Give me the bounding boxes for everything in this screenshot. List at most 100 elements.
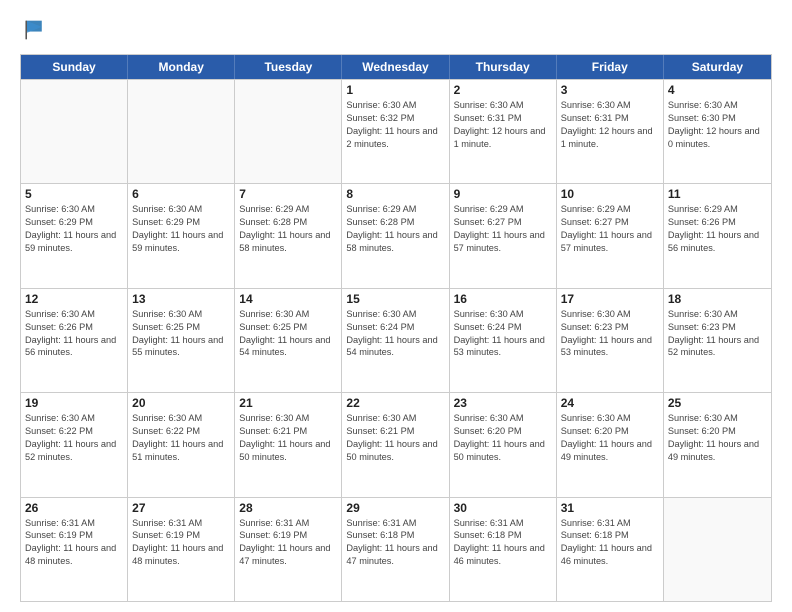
cell-info: Sunrise: 6:29 AMSunset: 6:27 PMDaylight:… bbox=[454, 203, 552, 255]
calendar-cell: 9 Sunrise: 6:29 AMSunset: 6:27 PMDaylight… bbox=[450, 184, 557, 287]
weekday-header: Wednesday bbox=[342, 55, 449, 79]
cell-info: Sunrise: 6:30 AMSunset: 6:32 PMDaylight:… bbox=[346, 99, 444, 151]
day-number: 20 bbox=[132, 396, 230, 410]
calendar-cell: 1 Sunrise: 6:30 AMSunset: 6:32 PMDaylight… bbox=[342, 80, 449, 183]
day-number: 27 bbox=[132, 501, 230, 515]
day-number: 21 bbox=[239, 396, 337, 410]
calendar-cell: 25 Sunrise: 6:30 AMSunset: 6:20 PMDayligh… bbox=[664, 393, 771, 496]
calendar-row: 5Sunrise: 6:30 AMSunset: 6:29 PMDaylight… bbox=[21, 183, 771, 287]
cell-info: Sunrise: 6:30 AMSunset: 6:31 PMDaylight:… bbox=[561, 99, 659, 151]
calendar-cell: 6 Sunrise: 6:30 AMSunset: 6:29 PMDaylight… bbox=[128, 184, 235, 287]
cell-info: Sunrise: 6:31 AMSunset: 6:19 PMDaylight:… bbox=[25, 517, 123, 569]
calendar-cell: 2 Sunrise: 6:30 AMSunset: 6:31 PMDaylight… bbox=[450, 80, 557, 183]
cell-info: Sunrise: 6:31 AMSunset: 6:19 PMDaylight:… bbox=[239, 517, 337, 569]
calendar-cell: 14 Sunrise: 6:30 AMSunset: 6:25 PMDayligh… bbox=[235, 289, 342, 392]
calendar-cell: 5Sunrise: 6:30 AMSunset: 6:29 PMDaylight… bbox=[21, 184, 128, 287]
day-number: 9 bbox=[454, 187, 552, 201]
day-number: 10 bbox=[561, 187, 659, 201]
day-number: 30 bbox=[454, 501, 552, 515]
day-number: 6 bbox=[132, 187, 230, 201]
cell-info: Sunrise: 6:30 AMSunset: 6:20 PMDaylight:… bbox=[561, 412, 659, 464]
cell-info: Sunrise: 6:29 AMSunset: 6:28 PMDaylight:… bbox=[346, 203, 444, 255]
cell-info: Sunrise: 6:31 AMSunset: 6:18 PMDaylight:… bbox=[346, 517, 444, 569]
cell-info: Sunrise: 6:30 AMSunset: 6:24 PMDaylight:… bbox=[454, 308, 552, 360]
cell-info: Sunrise: 6:30 AMSunset: 6:31 PMDaylight:… bbox=[454, 99, 552, 151]
weekday-header: Monday bbox=[128, 55, 235, 79]
calendar-cell: 20 Sunrise: 6:30 AMSunset: 6:22 PMDayligh… bbox=[128, 393, 235, 496]
day-number: 25 bbox=[668, 396, 767, 410]
calendar-row: 19Sunrise: 6:30 AMSunset: 6:22 PMDayligh… bbox=[21, 392, 771, 496]
day-number: 22 bbox=[346, 396, 444, 410]
calendar-cell: 7Sunrise: 6:29 AMSunset: 6:28 PMDaylight… bbox=[235, 184, 342, 287]
day-number: 12 bbox=[25, 292, 123, 306]
logo bbox=[20, 16, 52, 44]
calendar-cell: 18 Sunrise: 6:30 AMSunset: 6:23 PMDayligh… bbox=[664, 289, 771, 392]
weekday-header: Sunday bbox=[21, 55, 128, 79]
cell-info: Sunrise: 6:30 AMSunset: 6:20 PMDaylight:… bbox=[454, 412, 552, 464]
calendar-row: 12 Sunrise: 6:30 AMSunset: 6:26 PMDayligh… bbox=[21, 288, 771, 392]
calendar-cell: 8 Sunrise: 6:29 AMSunset: 6:28 PMDaylight… bbox=[342, 184, 449, 287]
calendar-cell: 22 Sunrise: 6:30 AMSunset: 6:21 PMDayligh… bbox=[342, 393, 449, 496]
cell-info: Sunrise: 6:31 AMSunset: 6:19 PMDaylight:… bbox=[132, 517, 230, 569]
day-number: 8 bbox=[346, 187, 444, 201]
calendar-cell: 23 Sunrise: 6:30 AMSunset: 6:20 PMDayligh… bbox=[450, 393, 557, 496]
calendar-cell: 17Sunrise: 6:30 AMSunset: 6:23 PMDayligh… bbox=[557, 289, 664, 392]
day-number: 18 bbox=[668, 292, 767, 306]
calendar-cell bbox=[664, 498, 771, 601]
calendar-cell bbox=[235, 80, 342, 183]
cell-info: Sunrise: 6:30 AMSunset: 6:22 PMDaylight:… bbox=[25, 412, 123, 464]
cell-info: Sunrise: 6:30 AMSunset: 6:26 PMDaylight:… bbox=[25, 308, 123, 360]
calendar-cell: 10Sunrise: 6:29 AMSunset: 6:27 PMDayligh… bbox=[557, 184, 664, 287]
calendar-cell: 15 Sunrise: 6:30 AMSunset: 6:24 PMDayligh… bbox=[342, 289, 449, 392]
calendar-row: 1 Sunrise: 6:30 AMSunset: 6:32 PMDaylight… bbox=[21, 79, 771, 183]
day-number: 24 bbox=[561, 396, 659, 410]
cell-info: Sunrise: 6:30 AMSunset: 6:22 PMDaylight:… bbox=[132, 412, 230, 464]
day-number: 29 bbox=[346, 501, 444, 515]
weekday-header: Tuesday bbox=[235, 55, 342, 79]
day-number: 3 bbox=[561, 83, 659, 97]
calendar-cell bbox=[128, 80, 235, 183]
calendar-header: SundayMondayTuesdayWednesdayThursdayFrid… bbox=[21, 55, 771, 79]
cell-info: Sunrise: 6:30 AMSunset: 6:21 PMDaylight:… bbox=[239, 412, 337, 464]
calendar-body: 1 Sunrise: 6:30 AMSunset: 6:32 PMDaylight… bbox=[21, 79, 771, 601]
day-number: 13 bbox=[132, 292, 230, 306]
calendar-cell: 26Sunrise: 6:31 AMSunset: 6:19 PMDayligh… bbox=[21, 498, 128, 601]
day-number: 14 bbox=[239, 292, 337, 306]
day-number: 4 bbox=[668, 83, 767, 97]
calendar-cell: 21 Sunrise: 6:30 AMSunset: 6:21 PMDayligh… bbox=[235, 393, 342, 496]
cell-info: Sunrise: 6:30 AMSunset: 6:23 PMDaylight:… bbox=[561, 308, 659, 360]
calendar-row: 26Sunrise: 6:31 AMSunset: 6:19 PMDayligh… bbox=[21, 497, 771, 601]
weekday-header: Friday bbox=[557, 55, 664, 79]
logo-icon bbox=[20, 16, 48, 44]
cell-info: Sunrise: 6:29 AMSunset: 6:26 PMDaylight:… bbox=[668, 203, 767, 255]
cell-info: Sunrise: 6:30 AMSunset: 6:20 PMDaylight:… bbox=[668, 412, 767, 464]
cell-info: Sunrise: 6:30 AMSunset: 6:25 PMDaylight:… bbox=[239, 308, 337, 360]
page: SundayMondayTuesdayWednesdayThursdayFrid… bbox=[0, 0, 792, 612]
calendar-cell: 28Sunrise: 6:31 AMSunset: 6:19 PMDayligh… bbox=[235, 498, 342, 601]
weekday-header: Saturday bbox=[664, 55, 771, 79]
cell-info: Sunrise: 6:30 AMSunset: 6:30 PMDaylight:… bbox=[668, 99, 767, 151]
cell-info: Sunrise: 6:30 AMSunset: 6:21 PMDaylight:… bbox=[346, 412, 444, 464]
day-number: 2 bbox=[454, 83, 552, 97]
calendar-cell: 24 Sunrise: 6:30 AMSunset: 6:20 PMDayligh… bbox=[557, 393, 664, 496]
calendar-cell: 11 Sunrise: 6:29 AMSunset: 6:26 PMDayligh… bbox=[664, 184, 771, 287]
calendar-cell: 16 Sunrise: 6:30 AMSunset: 6:24 PMDayligh… bbox=[450, 289, 557, 392]
calendar-cell: 30 Sunrise: 6:31 AMSunset: 6:18 PMDayligh… bbox=[450, 498, 557, 601]
calendar-cell: 27 Sunrise: 6:31 AMSunset: 6:19 PMDayligh… bbox=[128, 498, 235, 601]
calendar-cell: 4 Sunrise: 6:30 AMSunset: 6:30 PMDaylight… bbox=[664, 80, 771, 183]
day-number: 1 bbox=[346, 83, 444, 97]
cell-info: Sunrise: 6:29 AMSunset: 6:28 PMDaylight:… bbox=[239, 203, 337, 255]
weekday-header: Thursday bbox=[450, 55, 557, 79]
cell-info: Sunrise: 6:30 AMSunset: 6:29 PMDaylight:… bbox=[132, 203, 230, 255]
day-number: 23 bbox=[454, 396, 552, 410]
calendar: SundayMondayTuesdayWednesdayThursdayFrid… bbox=[20, 54, 772, 602]
cell-info: Sunrise: 6:30 AMSunset: 6:23 PMDaylight:… bbox=[668, 308, 767, 360]
day-number: 31 bbox=[561, 501, 659, 515]
day-number: 11 bbox=[668, 187, 767, 201]
calendar-cell: 3 Sunrise: 6:30 AMSunset: 6:31 PMDaylight… bbox=[557, 80, 664, 183]
day-number: 15 bbox=[346, 292, 444, 306]
cell-info: Sunrise: 6:31 AMSunset: 6:18 PMDaylight:… bbox=[454, 517, 552, 569]
cell-info: Sunrise: 6:31 AMSunset: 6:18 PMDaylight:… bbox=[561, 517, 659, 569]
day-number: 16 bbox=[454, 292, 552, 306]
cell-info: Sunrise: 6:30 AMSunset: 6:24 PMDaylight:… bbox=[346, 308, 444, 360]
